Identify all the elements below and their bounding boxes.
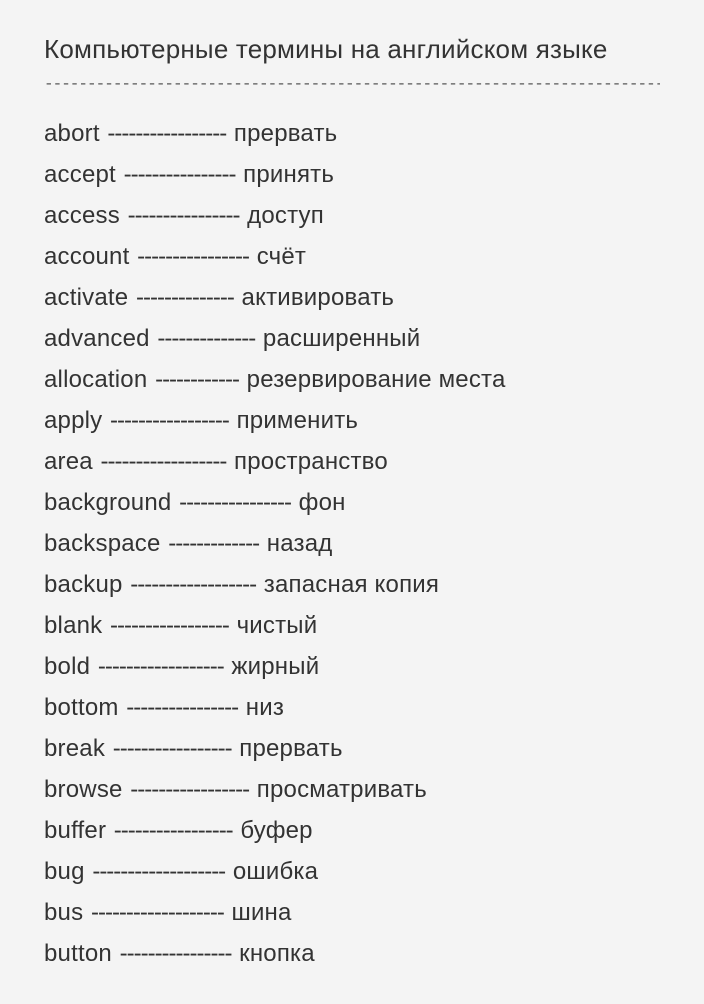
term-row: bold ------------------ жирный [44, 646, 660, 687]
term-separator: -------------- [128, 284, 241, 311]
term-russian: кнопка [239, 940, 315, 967]
term-russian: чистый [237, 612, 318, 639]
term-russian: назад [267, 530, 333, 557]
term-english: area [44, 448, 93, 475]
document-page: Компьютерные термины на английском языке… [0, 0, 704, 1004]
term-russian: ошибка [233, 858, 318, 885]
term-separator: ----------------- [123, 776, 257, 803]
term-english: blank [44, 612, 102, 639]
term-russian: применить [237, 407, 359, 434]
term-row: advanced -------------- расширенный [44, 318, 660, 359]
term-row: access ---------------- доступ [44, 195, 660, 236]
term-english: abort [44, 120, 100, 147]
term-row: blank ----------------- чистый [44, 605, 660, 646]
term-russian: низ [246, 694, 284, 721]
term-row: bug ------------------- ошибка [44, 851, 660, 892]
term-row: activate -------------- активировать [44, 277, 660, 318]
term-english: access [44, 202, 120, 229]
term-row: bottom ---------------- низ [44, 687, 660, 728]
term-row: backup ------------------ запасная копия [44, 564, 660, 605]
term-separator: ----------------- [100, 120, 234, 147]
term-russian: доступ [247, 202, 324, 229]
page-title: Компьютерные термины на английском языке [44, 34, 660, 65]
term-separator: ---------------- [119, 694, 246, 721]
term-separator: ----------------- [102, 612, 236, 639]
term-english: browse [44, 776, 123, 803]
term-row: accept ---------------- принять [44, 154, 660, 195]
term-russian: буфер [240, 817, 312, 844]
term-row: area ------------------ пространство [44, 441, 660, 482]
term-separator: ---------------- [129, 243, 256, 270]
term-separator: ------------------ [123, 571, 264, 598]
term-separator: ------------- [161, 530, 267, 557]
term-russian: пространство [234, 448, 388, 475]
term-separator: ------------------ [93, 448, 234, 475]
term-english: bus [44, 899, 83, 926]
term-russian: запасная копия [264, 571, 439, 598]
term-separator: -------------- [150, 325, 263, 352]
term-row: background ---------------- фон [44, 482, 660, 523]
term-row: account ---------------- счёт [44, 236, 660, 277]
term-russian: жирный [231, 653, 319, 680]
term-row: buffer ----------------- буфер [44, 810, 660, 851]
term-english: activate [44, 284, 128, 311]
term-russian: фон [299, 489, 346, 516]
term-russian: расширенный [263, 325, 420, 352]
term-row: button ---------------- кнопка [44, 933, 660, 974]
term-separator: ------------ [147, 366, 246, 393]
term-english: break [44, 735, 105, 762]
term-english: advanced [44, 325, 150, 352]
term-row: apply ----------------- применить [44, 400, 660, 441]
term-english: apply [44, 407, 102, 434]
term-separator: ----------------- [106, 817, 240, 844]
terms-list: abort ----------------- прерватьaccept -… [44, 113, 660, 974]
term-separator: ----------------- [105, 735, 239, 762]
term-russian: активировать [242, 284, 395, 311]
term-row: abort ----------------- прервать [44, 113, 660, 154]
term-russian: прервать [239, 735, 342, 762]
term-english: backspace [44, 530, 161, 557]
term-row: browse ----------------- просматривать [44, 769, 660, 810]
term-english: bug [44, 858, 85, 885]
term-russian: шина [231, 899, 291, 926]
term-english: button [44, 940, 112, 967]
term-russian: счёт [257, 243, 306, 270]
term-separator: ------------------- [85, 858, 233, 885]
term-separator: ------------------- [83, 899, 231, 926]
term-english: allocation [44, 366, 147, 393]
term-russian: резервирование места [247, 366, 506, 393]
term-separator: ------------------ [90, 653, 231, 680]
term-separator: ---------------- [171, 489, 298, 516]
term-row: break ----------------- прервать [44, 728, 660, 769]
divider-line: ----------------------------------------… [44, 75, 660, 93]
term-separator: ---------------- [112, 940, 239, 967]
term-english: buffer [44, 817, 106, 844]
term-separator: ---------------- [120, 202, 247, 229]
term-row: bus ------------------- шина [44, 892, 660, 933]
term-english: backup [44, 571, 123, 598]
term-russian: принять [243, 161, 334, 188]
term-russian: прервать [234, 120, 337, 147]
term-separator: ----------------- [102, 407, 236, 434]
term-row: allocation ------------ резервирование м… [44, 359, 660, 400]
term-english: bottom [44, 694, 119, 721]
term-russian: просматривать [257, 776, 427, 803]
term-english: accept [44, 161, 116, 188]
term-english: background [44, 489, 171, 516]
term-separator: ---------------- [116, 161, 243, 188]
term-english: bold [44, 653, 90, 680]
term-row: backspace ------------- назад [44, 523, 660, 564]
term-english: account [44, 243, 129, 270]
